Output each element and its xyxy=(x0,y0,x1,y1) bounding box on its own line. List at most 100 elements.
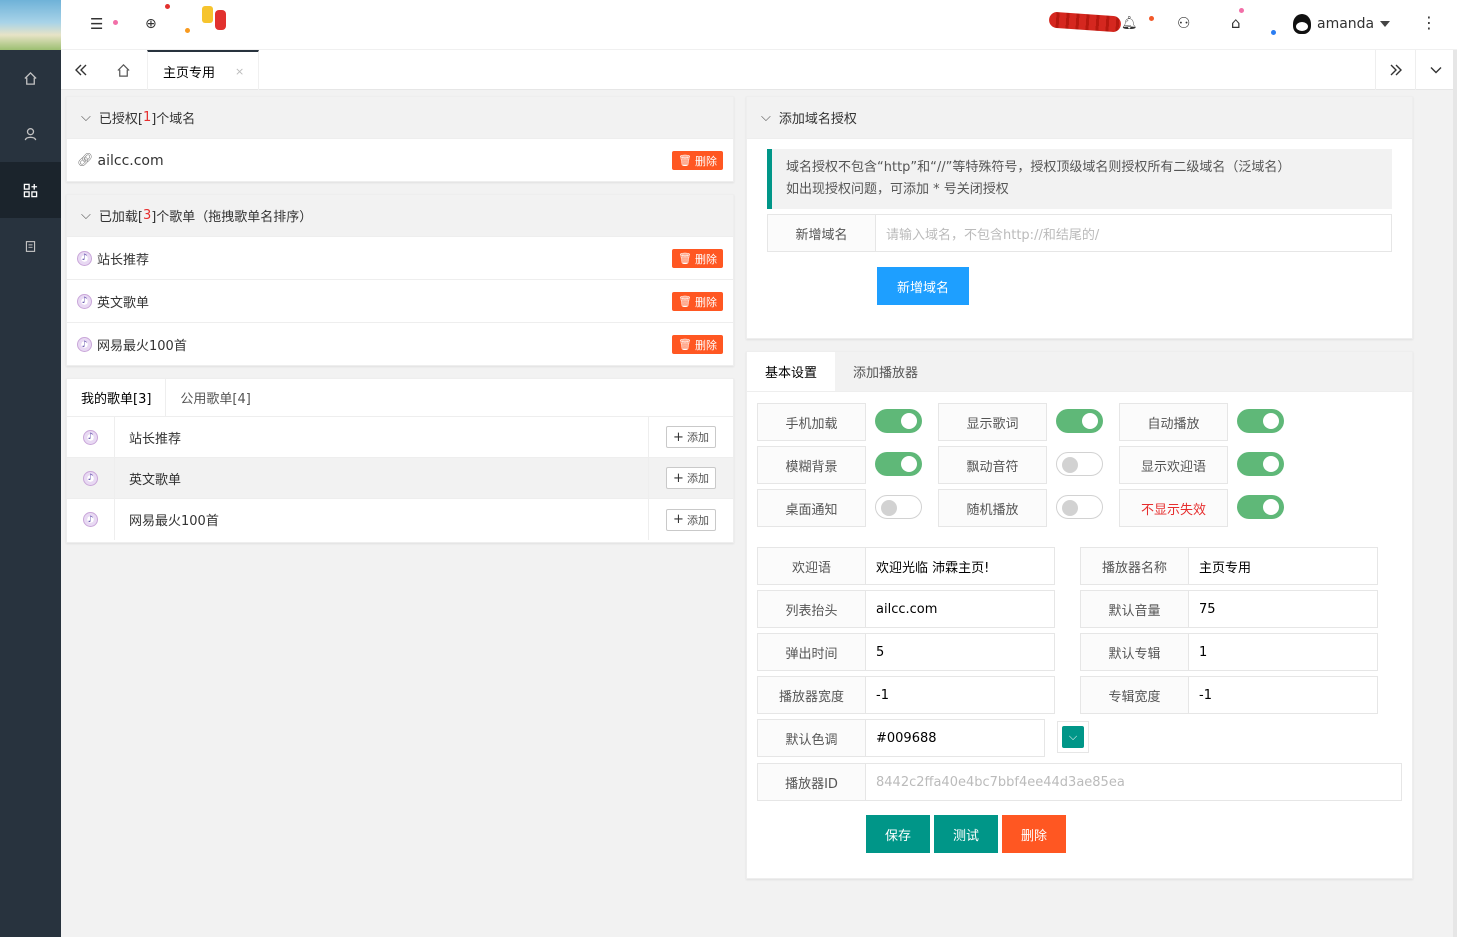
plus-icon: + xyxy=(673,470,684,486)
trash-icon: 🗑︎ xyxy=(678,154,692,167)
floating-notes-toggle[interactable] xyxy=(1056,452,1103,476)
globe-icon[interactable]: ⊕ xyxy=(145,16,157,32)
sidebar-item-home[interactable] xyxy=(0,50,61,106)
list-item[interactable]: ♪ 站长推荐 🗑︎ 删除 xyxy=(67,237,733,280)
add-list-button[interactable]: + 添加 xyxy=(666,467,716,489)
home-icon xyxy=(116,63,130,77)
color-picker[interactable]: ⌵ xyxy=(1057,721,1089,753)
music-icon: ♪ xyxy=(83,429,98,445)
add-list-button[interactable]: + 添加 xyxy=(666,508,716,531)
card-title: 添加域名授权 xyxy=(778,112,857,127)
list-name: 英文歌单 xyxy=(115,458,649,498)
user-menu[interactable]: amanda xyxy=(1293,14,1391,34)
chevron-down-icon: ⌵ xyxy=(81,110,91,125)
player-name-input[interactable]: 主页专用 xyxy=(1189,547,1378,585)
default-album-label: 默认专辑 xyxy=(1080,633,1189,671)
delete-list-button[interactable]: 🗑︎ 删除 xyxy=(672,335,723,354)
loaded-lists-header[interactable]: ⌵ 已加载[ 3 ]个歌单（拖拽歌单名排序） xyxy=(67,195,733,237)
popup-time-label: 弹出时间 xyxy=(757,633,866,671)
menu-toggle-icon[interactable]: ☰ xyxy=(90,15,103,33)
lantern-decoration-icon xyxy=(202,2,232,36)
username: amanda xyxy=(1317,16,1375,32)
hide-invalid-toggle[interactable] xyxy=(1237,495,1284,519)
list-head-input[interactable]: ailcc.com xyxy=(866,590,1055,628)
trash-icon: 🗑︎ xyxy=(678,252,692,265)
add-domain-button[interactable]: 新增域名 xyxy=(877,267,969,305)
add-list-button[interactable]: + 添加 xyxy=(666,426,716,448)
popup-time-input[interactable]: 5 xyxy=(866,633,1055,671)
tabs-dropdown-button[interactable] xyxy=(1415,50,1455,90)
autoplay-toggle[interactable] xyxy=(1237,409,1284,433)
settings-card: 基本设置 添加播放器 手机加载 显示歌词 自动播放 模糊背景 飘动音符 显示欢迎… xyxy=(746,351,1413,879)
switch-label: 显示欢迎语 xyxy=(1119,446,1228,484)
scrollbar[interactable] xyxy=(1453,50,1457,937)
show-lyrics-toggle[interactable] xyxy=(1056,409,1103,433)
confetti-decoration xyxy=(1271,30,1276,35)
player-id-input[interactable]: 8442c2ffa40e4bc7bbf4ee44d3ae85ea xyxy=(866,763,1402,801)
music-icon: ♪ xyxy=(83,470,98,486)
list-item[interactable]: ♪ 英文歌单 🗑︎ 删除 xyxy=(67,280,733,323)
confetti-decoration xyxy=(1239,8,1244,13)
blur-background-toggle[interactable] xyxy=(875,452,922,476)
music-icon: ♪ xyxy=(77,250,92,266)
my-lists-card: 我的歌单[3] 公用歌单[4] ♪ 站长推荐 + 添加 ♪ 英文歌单 + 添加 ♪ … xyxy=(66,378,734,543)
sidebar xyxy=(0,0,61,937)
delete-list-button[interactable]: 🗑︎ 删除 xyxy=(672,249,723,268)
default-color-input[interactable]: #009688 xyxy=(866,719,1045,757)
desktop-notify-toggle[interactable] xyxy=(875,495,922,519)
add-domain-header[interactable]: ⌵ 添加域名授权 xyxy=(747,97,1412,139)
list-item: 🔗︎ ailcc.com 🗑︎ 删除 xyxy=(67,139,733,182)
player-width-label: 播放器宽度 xyxy=(757,676,866,714)
list-name: 英文歌单 xyxy=(97,295,150,311)
tab-current[interactable]: 主页专用 × xyxy=(147,50,259,90)
tab-home[interactable] xyxy=(103,50,143,90)
delete-player-button[interactable]: 删除 xyxy=(1002,815,1066,853)
album-width-input[interactable]: -1 xyxy=(1189,676,1378,714)
tab-basic-settings[interactable]: 基本设置 xyxy=(747,352,836,391)
volume-input[interactable]: 75 xyxy=(1189,590,1378,628)
loaded-lists-card: ⌵ 已加载[ 3 ]个歌单（拖拽歌单名排序） ♪ 站长推荐 🗑︎ 删除 ♪ 英文歌… xyxy=(66,194,734,366)
list-name: 站长推荐 xyxy=(115,417,649,457)
tag-icon[interactable]: ⌂ xyxy=(1231,14,1241,32)
switch-label: 自动播放 xyxy=(1119,403,1228,441)
tabs-bar: 主页专用 × xyxy=(61,50,1457,90)
logo[interactable] xyxy=(0,0,61,50)
sidebar-item-apps[interactable] xyxy=(0,162,61,218)
mobile-load-toggle[interactable] xyxy=(875,409,922,433)
tab-add-player[interactable]: 添加播放器 xyxy=(835,352,936,391)
tabs-scroll-right-button[interactable] xyxy=(1375,50,1415,90)
caret-down-icon xyxy=(1380,21,1391,27)
bell-icon[interactable]: 🔔︎ xyxy=(1121,16,1138,31)
show-welcome-toggle[interactable] xyxy=(1237,452,1284,476)
plus-icon: + xyxy=(673,429,684,445)
double-chevron-left-icon xyxy=(75,64,87,76)
welcome-input[interactable]: 欢迎光临 沛霖主页! xyxy=(866,547,1055,585)
player-width-input[interactable]: -1 xyxy=(866,676,1055,714)
sidebar-item-user[interactable] xyxy=(0,106,61,162)
default-album-input[interactable]: 1 xyxy=(1189,633,1378,671)
card-title-prefix: 已授权[ xyxy=(98,112,143,127)
gamepad-icon[interactable]: ⚇ xyxy=(1177,14,1190,32)
more-vertical-icon[interactable]: ⋮ xyxy=(1421,13,1437,32)
authorized-domains-header[interactable]: ⌵ 已授权[ 1 ]个域名 xyxy=(67,97,733,139)
confetti-decoration xyxy=(113,20,118,25)
tab-my-lists[interactable]: 我的歌单[3] xyxy=(67,379,167,416)
tab-public-lists[interactable]: 公用歌单[4] xyxy=(166,379,264,416)
table-row: ♪ 网易最火100首 + 添加 xyxy=(67,499,733,540)
tabs-scroll-left-button[interactable] xyxy=(61,50,101,90)
volume-label: 默认音量 xyxy=(1080,590,1189,628)
new-domain-input[interactable]: 请输入域名，不包含http://和结尾的/ xyxy=(876,214,1392,252)
player-name-label: 播放器名称 xyxy=(1080,547,1189,585)
list-item[interactable]: ♪ 网易最火100首 🗑︎ 删除 xyxy=(67,323,733,366)
sidebar-item-document[interactable] xyxy=(0,218,61,274)
test-button[interactable]: 测试 xyxy=(934,815,998,853)
delete-domain-button[interactable]: 🗑︎ 删除 xyxy=(672,151,723,170)
list-name: 网易最火100首 xyxy=(115,499,649,540)
close-icon[interactable]: × xyxy=(235,65,244,78)
firecracker-decoration-icon xyxy=(1048,11,1122,33)
save-button[interactable]: 保存 xyxy=(866,815,930,853)
delete-list-button[interactable]: 🗑︎ 删除 xyxy=(672,292,723,311)
shuffle-toggle[interactable] xyxy=(1056,495,1103,519)
trash-icon: 🗑︎ xyxy=(678,295,692,308)
double-chevron-right-icon xyxy=(1390,64,1402,76)
